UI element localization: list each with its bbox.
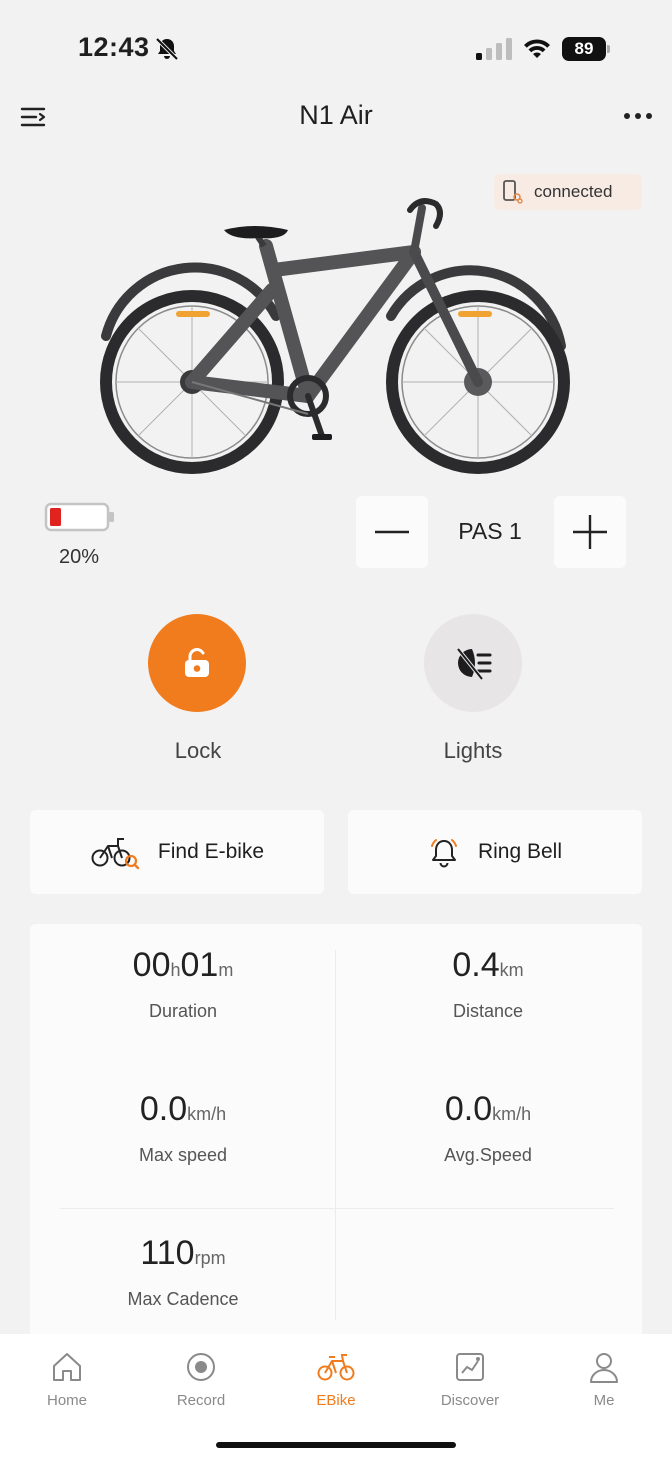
duration-minutes: 01 [180,946,219,984]
tab-home-label: Home [46,1392,87,1409]
person-icon [590,1353,618,1383]
duration-hours: 00 [132,946,171,984]
status-time: 12:43 [78,32,150,62]
home-icon [53,1353,81,1381]
lock-button[interactable] [148,614,246,712]
lights-label: Lights [443,738,503,763]
tab-ebike-label: EBike [316,1392,356,1409]
find-ebike-button[interactable]: Find E-bike [30,810,324,894]
find-ebike-label: Find E-bike [157,840,265,863]
unlocked-icon [185,648,209,677]
home-indicator [216,1442,456,1448]
avg-speed-label: Avg.Speed [444,1145,532,1165]
lock-label: Lock [174,738,222,763]
page-title: N1 Air [299,100,373,130]
tab-record-label: Record [176,1392,226,1409]
battery-fill [50,508,61,526]
tab-discover[interactable]: Discover [410,1350,530,1409]
bell-ring-icon [430,839,457,868]
bike-search-icon [91,838,140,870]
stats-divider-vertical [335,950,336,1320]
pas-level-label: PAS 1 [458,518,522,544]
avg-speed-value: 0.0 [444,1090,493,1128]
distance-unit: km [499,960,524,980]
duration-hours-unit: h [170,960,181,980]
max-speed-value: 0.0 [139,1090,188,1128]
discover-chart-icon [456,1353,484,1381]
duration-label: Duration [148,1001,218,1021]
minus-icon [375,530,409,534]
bell-off-icon [155,37,179,61]
tab-me-label: Me [593,1392,615,1409]
pas-decrease-button[interactable] [356,496,428,568]
tab-record[interactable]: Record [141,1350,261,1409]
ring-bell-label: Ring Bell [477,840,563,863]
stat-duration: 00h01m Duration [33,946,333,1022]
max-speed-unit: km/h [187,1104,227,1124]
ebike-battery-icon [44,502,114,532]
battery-icon: 89 [562,37,610,61]
lights-button[interactable] [424,614,522,712]
stat-max-cadence: 110rpm Max Cadence [33,1234,333,1310]
wifi-icon [524,39,550,58]
bike-image [100,198,570,474]
avg-speed-unit: km/h [492,1104,532,1124]
max-cadence-label: Max Cadence [127,1289,239,1309]
battery-status-value: 89 [562,37,606,61]
tab-discover-label: Discover [440,1392,500,1409]
distance-value: 0.4 [452,946,500,984]
tab-me[interactable]: Me [544,1350,664,1409]
more-dots-icon[interactable] [622,104,654,128]
pas-increase-button[interactable] [554,496,626,568]
max-speed-label: Max speed [138,1145,228,1165]
max-cadence-unit: rpm [194,1248,226,1268]
distance-label: Distance [452,1001,524,1021]
record-icon [187,1353,215,1381]
ring-bell-button[interactable]: Ring Bell [348,810,642,894]
stat-distance: 0.4km Distance [338,946,638,1022]
max-cadence-value: 110 [140,1234,195,1272]
cellular-signal-icon [476,38,512,60]
battery-percent: 20% [58,546,100,568]
tab-home[interactable]: Home [7,1350,127,1409]
stats-divider-horizontal [60,1208,614,1209]
stat-max-speed: 0.0km/h Max speed [33,1090,333,1166]
ebike-icon [317,1354,355,1381]
tab-ebike[interactable]: EBike [276,1350,396,1409]
stat-avg-speed: 0.0km/h Avg.Speed [338,1090,638,1166]
headlight-off-icon [456,647,492,681]
duration-minutes-unit: m [218,960,234,980]
plus-icon [573,515,607,549]
